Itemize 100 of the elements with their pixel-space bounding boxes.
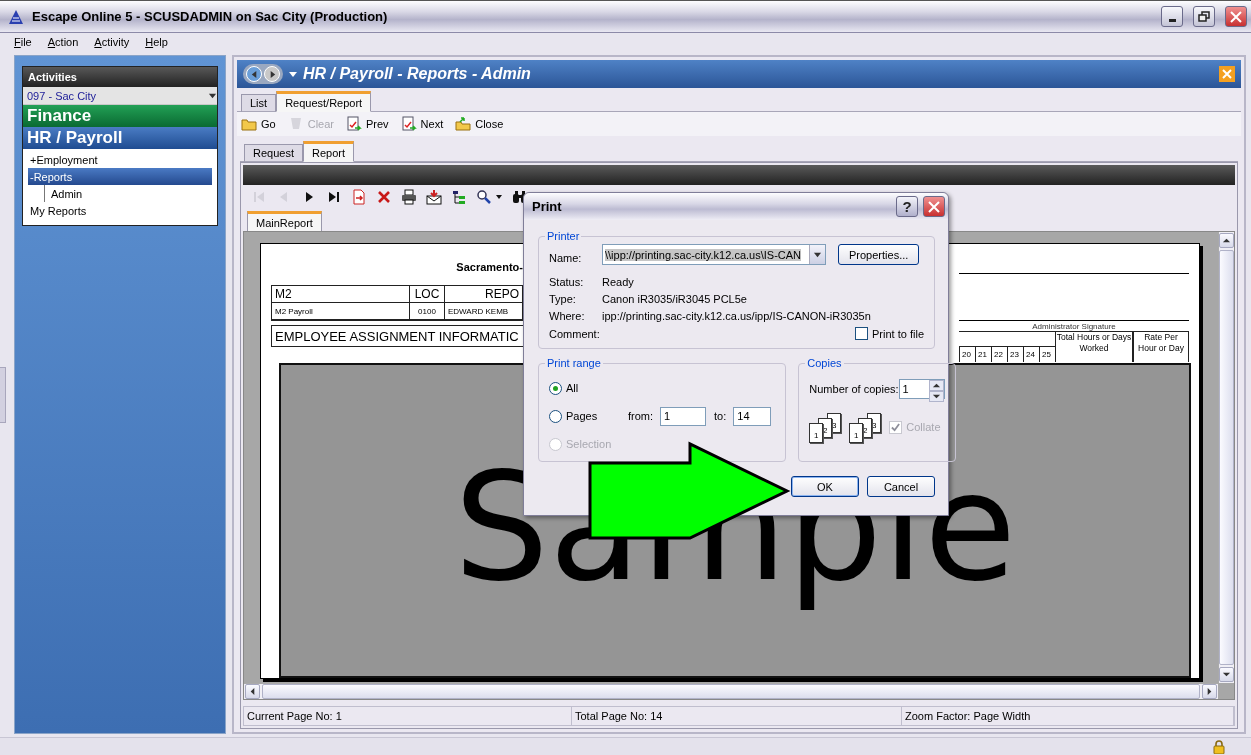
- left-arrow-icon: [248, 687, 257, 696]
- next-button[interactable]: Next: [400, 116, 444, 132]
- district-select[interactable]: 097 - Sac City: [23, 87, 217, 105]
- field-label: Status:: [549, 276, 585, 288]
- spin-down-button[interactable]: [928, 391, 944, 402]
- table-header: Rate Per Hour or Day: [1133, 332, 1189, 362]
- splitter-handle[interactable]: [0, 366, 6, 423]
- folder-arrow-icon: [455, 116, 472, 132]
- field-label: to:: [714, 410, 727, 422]
- down-arrow-icon: [931, 392, 941, 401]
- window-title: Escape Online 5 - SCUSDADMIN on Sac City (Production): [32, 9, 389, 24]
- table-cell: 0100: [410, 303, 445, 320]
- checkbox-label: Collate: [906, 421, 941, 433]
- menu-item[interactable]: Activity: [86, 35, 138, 48]
- field-value: Ready: [602, 276, 635, 288]
- page-sheet: 1: [849, 423, 864, 443]
- field-label: Number of copies:: [809, 383, 899, 395]
- close-button[interactable]: [923, 196, 945, 217]
- email-icon[interactable]: [426, 189, 442, 205]
- menu-item[interactable]: Action: [39, 35, 87, 48]
- tab[interactable]: Request/Report: [276, 91, 372, 112]
- table-header: LOC: [410, 286, 445, 303]
- chevron-icon: [208, 91, 217, 100]
- radio-dot: [553, 385, 558, 391]
- up-arrow-icon: [1222, 236, 1231, 245]
- module-button[interactable]: Finance: [23, 105, 217, 127]
- tree-item[interactable]: My Reports: [28, 202, 212, 219]
- tree-icon[interactable]: [451, 189, 467, 205]
- from-field[interactable]: 1: [660, 406, 707, 426]
- radio-button[interactable]: [549, 381, 562, 395]
- group-label: Printer: [546, 230, 581, 242]
- dialog-title: Print: [532, 199, 563, 214]
- report-title: Sacramento-: [456, 261, 523, 273]
- to-field[interactable]: 14: [733, 406, 772, 426]
- spin-up-button[interactable]: [928, 380, 944, 391]
- tab[interactable]: Request: [244, 144, 303, 162]
- up-arrow-icon: [931, 381, 941, 390]
- tab[interactable]: MainReport: [247, 211, 322, 232]
- restore-button[interactable]: [1193, 6, 1215, 27]
- menu-item[interactable]: Help: [137, 35, 176, 48]
- tree-item[interactable]: -Reports: [28, 168, 212, 185]
- signature-label: Administrator Signature: [1032, 322, 1116, 331]
- field-label: Type:: [549, 293, 577, 305]
- field-label: Comment:: [549, 327, 601, 340]
- table-header: Total Hours or Days Worked: [1055, 332, 1133, 362]
- close-icon: [1230, 10, 1242, 23]
- close-icon: [928, 200, 940, 213]
- field-value: Canon iR3035/iR3045 PCL5e: [602, 293, 748, 305]
- lock-icon: [1213, 739, 1225, 754]
- folder-icon: [241, 116, 257, 132]
- module-button[interactable]: HR / Payroll: [23, 127, 217, 149]
- table-header: 21: [975, 346, 991, 362]
- status-text: Total Page No: 14: [572, 707, 902, 725]
- down-arrow-icon: [1222, 670, 1231, 679]
- table-cell: M2 Payroll: [272, 303, 410, 320]
- left-arrow-icon: [249, 69, 259, 79]
- section-heading: EMPLOYEE ASSIGNMENT INFORMATIC: [271, 325, 523, 347]
- tab[interactable]: Report: [303, 141, 354, 162]
- printer-select[interactable]: \\ipp://printing.sac-city.k12.ca.us\IS-CAN: [602, 244, 826, 265]
- scroll-right-button[interactable]: [1202, 684, 1217, 699]
- status-text: Current Page No: 1: [244, 707, 572, 725]
- table-header: M2: [272, 286, 410, 303]
- field-label: Where:: [549, 310, 586, 322]
- copies-spinner[interactable]: 1: [898, 379, 945, 399]
- scroll-down-button[interactable]: [1219, 667, 1234, 682]
- menu-item[interactable]: File: [6, 35, 40, 48]
- prev-button[interactable]: Prev: [346, 116, 389, 132]
- scroll-up-button[interactable]: [1219, 233, 1234, 248]
- properties-button[interactable]: Properties...: [838, 244, 920, 265]
- zoom-icon[interactable]: [476, 189, 492, 205]
- right-arrow-icon: [1205, 687, 1214, 696]
- table-header: 20: [959, 346, 975, 362]
- page-sheet: 1: [809, 423, 824, 443]
- delete-icon[interactable]: [376, 189, 392, 205]
- checkbox-label: Print to file: [872, 327, 924, 340]
- minimize-icon: [1168, 19, 1176, 22]
- app-logo-icon: [8, 8, 24, 25]
- minimize-button[interactable]: [1161, 6, 1183, 27]
- forward-button[interactable]: [264, 66, 280, 82]
- radio-label: All: [566, 382, 579, 394]
- panel-title: HR / Payroll - Reports - Admin: [303, 65, 532, 83]
- help-button[interactable]: ?: [896, 196, 918, 217]
- print-icon[interactable]: [401, 189, 417, 205]
- back-button[interactable]: [246, 66, 262, 82]
- checkbox[interactable]: [855, 327, 869, 340]
- check-icon: [891, 422, 901, 432]
- status-text: Zoom Factor: Page Width: [902, 707, 1234, 725]
- chevron-icon: [813, 250, 822, 259]
- field-value: ipp://printing.sac-city.k12.ca.us/ipp/IS-CANON-iR3035n: [602, 310, 872, 322]
- last-page-icon[interactable]: [326, 189, 342, 205]
- radio-button[interactable]: [549, 409, 562, 423]
- tab[interactable]: List: [241, 94, 277, 112]
- tree-item[interactable]: Admin: [49, 185, 212, 202]
- tree-item[interactable]: +Employment: [28, 151, 212, 168]
- close-button[interactable]: Close: [455, 116, 504, 132]
- export-icon[interactable]: [351, 189, 367, 205]
- go-button[interactable]: Go: [241, 116, 276, 132]
- table-header: 22: [991, 346, 1007, 362]
- scroll-left-button[interactable]: [245, 684, 260, 699]
- close-button[interactable]: [1225, 6, 1247, 27]
